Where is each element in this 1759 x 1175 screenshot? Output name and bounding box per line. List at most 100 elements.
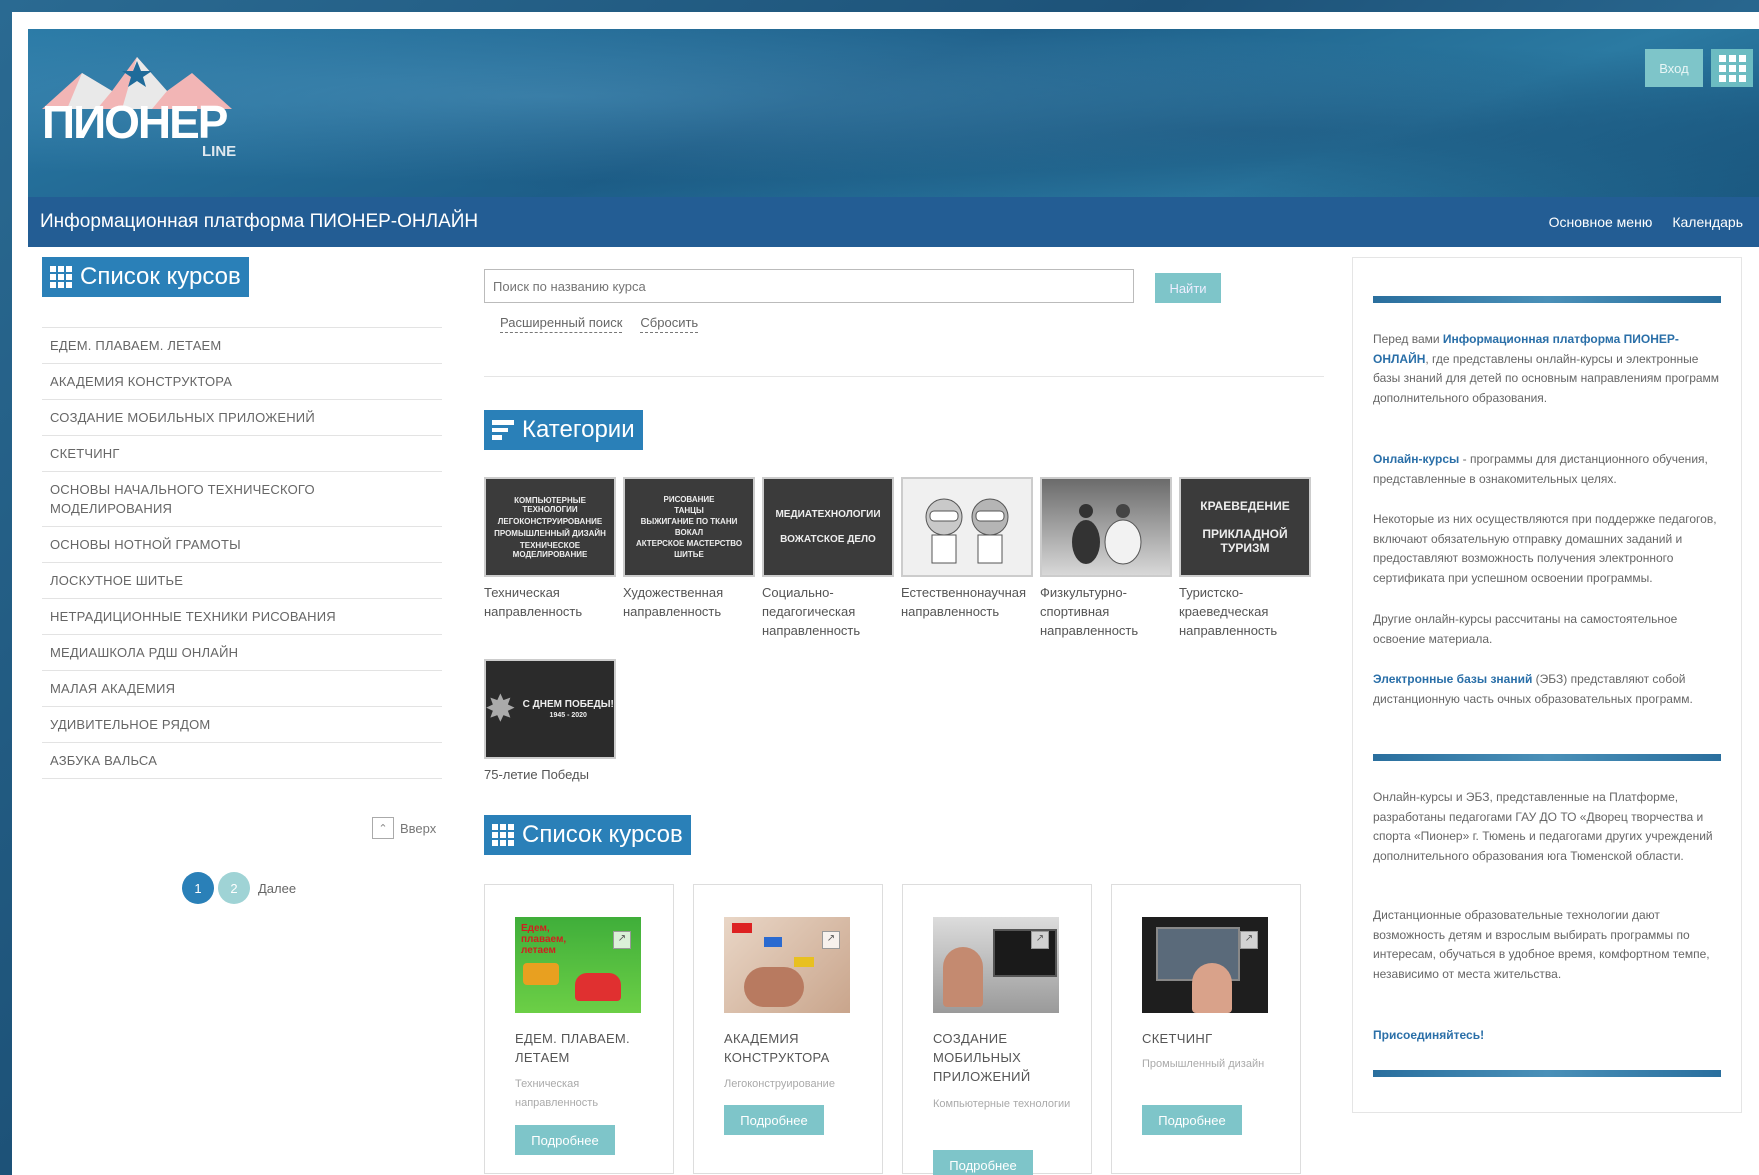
course-card[interactable]: ↗ АКАДЕМИЯ КОНСТРУКТОРА Легоконструирова… bbox=[693, 884, 883, 1174]
grid-icon bbox=[492, 824, 514, 846]
category-label: Техническая направленность bbox=[484, 585, 583, 619]
decorative-bar bbox=[1373, 754, 1721, 761]
course-card[interactable]: Едем, плаваем, летаем ↗ ЕДЕМ. ПЛАВАЕМ. Л… bbox=[484, 884, 674, 1174]
category-label: Художественная направленность bbox=[623, 585, 724, 619]
search-links: Расширенный поиск Сбросить bbox=[500, 315, 699, 333]
pagination: 1 2 Далее bbox=[182, 872, 296, 904]
page: ПИОНЕР LINE Вход Информационная платформ… bbox=[12, 12, 1759, 1175]
page-button-1[interactable]: 1 bbox=[182, 872, 214, 904]
site-title[interactable]: Информационная платформа ПИОНЕР-ОНЛАЙН bbox=[40, 211, 478, 233]
advanced-search-link[interactable]: Расширенный поиск bbox=[500, 315, 623, 333]
course-card[interactable]: ↗ СОЗДАНИЕ МОБИЛЬНЫХ ПРИЛОЖЕНИЙ Компьюте… bbox=[902, 884, 1092, 1175]
course-subtitle: Промышленный дизайн bbox=[1142, 1058, 1265, 1070]
login-button[interactable]: Вход bbox=[1645, 49, 1703, 87]
course-card[interactable]: ↗ СКЕТЧИНГ Промышленный дизайн Подробнее bbox=[1111, 884, 1301, 1174]
course-list-item[interactable]: ЛОСКУТНОЕ ШИТЬЕ bbox=[42, 563, 442, 599]
category-label: Социально-педагогическая направленность bbox=[762, 585, 861, 638]
sidebar-heading-text: Список курсов bbox=[80, 263, 241, 290]
page-button-2[interactable]: 2 bbox=[218, 872, 250, 904]
nav-menu: Основное меню Календарь bbox=[1549, 214, 1743, 230]
divider bbox=[484, 376, 1324, 377]
category-image: МЕДИАТЕХНОЛОГИИ ВОЖАТСКОЕ ДЕЛО bbox=[762, 477, 894, 577]
car-shape bbox=[575, 973, 621, 1001]
header-banner: ПИОНЕР LINE Вход bbox=[28, 29, 1759, 197]
category-tile[interactable]: РИСОВАНИЕ ТАНЦЫ ВЫЖИГАНИЕ ПО ТКАНИ ВОКАЛ… bbox=[623, 477, 755, 621]
category-image bbox=[901, 477, 1033, 577]
info-panel: Перед вами Информационная платформа ПИОН… bbox=[1352, 257, 1742, 1113]
course-cards-heading: Список курсов bbox=[484, 815, 691, 855]
category-tile[interactable]: ✸ С ДНЕМ ПОБЕДЫ! 1945 - 2020 75-летие По… bbox=[484, 659, 616, 784]
course-list-item[interactable]: МАЛАЯ АКАДЕМИЯ bbox=[42, 671, 442, 707]
decorative-bar bbox=[1373, 1070, 1721, 1077]
category-image: РИСОВАНИЕ ТАНЦЫ ВЫЖИГАНИЕ ПО ТКАНИ ВОКАЛ… bbox=[623, 477, 755, 577]
next-page-link[interactable]: Далее bbox=[258, 881, 296, 896]
category-tile[interactable]: КОМПЬЮТЕРНЫЕ ТЕХНОЛОГИИ ЛЕГОКОНСТРУИРОВА… bbox=[484, 477, 616, 621]
category-image: ✸ С ДНЕМ ПОБЕДЫ! 1945 - 2020 bbox=[484, 659, 616, 759]
external-link-icon: ↗ bbox=[822, 931, 840, 949]
medal-icon: ✸ bbox=[486, 690, 515, 728]
logo-text: ПИОНЕР bbox=[42, 96, 228, 148]
course-list-item[interactable]: НЕТРАДИЦИОННЫЕ ТЕХНИКИ РИСОВАНИЯ bbox=[42, 599, 442, 635]
category-tile[interactable]: МЕДИАТЕХНОЛОГИИ ВОЖАТСКОЕ ДЕЛО Социально… bbox=[762, 477, 894, 640]
course-subtitle: Техническая направленность bbox=[515, 1078, 599, 1109]
category-image: КРАЕВЕДЕНИЕ ПРИКЛАДНОЙ ТУРИЗМ bbox=[1179, 477, 1311, 577]
course-list-item[interactable]: ОСНОВЫ НОТНОЙ ГРАМОТЫ bbox=[42, 527, 442, 563]
course-cards-heading-text: Список курсов bbox=[522, 821, 683, 848]
info-paragraph: Некоторые из них осуществляются при подд… bbox=[1373, 512, 1717, 585]
category-label: Естественнонаучная направленность bbox=[901, 585, 1027, 619]
course-list-item[interactable]: МЕДИАШКОЛА РДШ ОНЛАЙН bbox=[42, 635, 442, 671]
course-list-item[interactable]: СКЕТЧИНГ bbox=[42, 436, 442, 472]
course-subtitle: Легоконструирование bbox=[724, 1078, 835, 1090]
sidebar-heading: Список курсов bbox=[42, 257, 249, 297]
details-button[interactable]: Подробнее bbox=[933, 1150, 1033, 1175]
course-title: СОЗДАНИЕ МОБИЛЬНЫХ ПРИЛОЖЕНИЙ bbox=[933, 1031, 1031, 1084]
course-list-item[interactable]: УДИВИТЕЛЬНОЕ РЯДОМ bbox=[42, 707, 442, 743]
category-tile[interactable]: Естественнонаучная направленность bbox=[901, 477, 1033, 621]
course-search-input[interactable] bbox=[484, 269, 1134, 303]
course-title: АКАДЕМИЯ КОНСТРУКТОРА bbox=[724, 1031, 830, 1065]
course-title: СКЕТЧИНГ bbox=[1142, 1031, 1213, 1046]
external-link-icon: ↗ bbox=[1031, 931, 1049, 949]
info-paragraph: Дистанционные образовательные технологии… bbox=[1373, 908, 1710, 981]
info-paragraph: Онлайн-курсы и ЭБЗ, представленные на Пл… bbox=[1373, 790, 1713, 863]
reset-search-link[interactable]: Сбросить bbox=[640, 315, 699, 333]
categories-heading-text: Категории bbox=[522, 416, 635, 443]
science-kids-illustration bbox=[925, 498, 1009, 564]
apps-grid-button[interactable] bbox=[1711, 49, 1753, 87]
categories-heading: Категории bbox=[484, 410, 643, 450]
course-image: ↗ bbox=[933, 917, 1059, 1013]
category-tile[interactable]: Физкультурно-спортивная направленность bbox=[1040, 477, 1172, 640]
category-label: 75-летие Победы bbox=[484, 767, 589, 782]
details-button[interactable]: Подробнее bbox=[515, 1125, 615, 1155]
scroll-up-link[interactable]: ⌃ Вверх bbox=[372, 817, 436, 839]
nav-item-calendar[interactable]: Календарь bbox=[1672, 214, 1743, 230]
course-list-item[interactable]: АКАДЕМИЯ КОНСТРУКТОРА bbox=[42, 364, 442, 400]
grid-icon bbox=[50, 266, 72, 288]
course-list-item[interactable]: АЗБУКА ВАЛЬСА bbox=[42, 743, 442, 779]
external-link-icon: ↗ bbox=[1240, 931, 1258, 949]
scroll-up-label: Вверх bbox=[400, 820, 437, 836]
details-button[interactable]: Подробнее bbox=[1142, 1105, 1242, 1135]
details-button[interactable]: Подробнее bbox=[724, 1105, 824, 1135]
course-title: ЕДЕМ. ПЛАВАЕМ. ЛЕТАЕМ bbox=[515, 1031, 630, 1065]
category-label: Физкультурно-спортивная направленность bbox=[1040, 585, 1139, 638]
search-button[interactable]: Найти bbox=[1155, 273, 1221, 303]
category-tile[interactable]: КРАЕВЕДЕНИЕ ПРИКЛАДНОЙ ТУРИЗМ Туристско-… bbox=[1179, 477, 1311, 640]
course-image: ↗ bbox=[1142, 917, 1268, 1013]
course-list-item[interactable]: ЕДЕМ. ПЛАВАЕМ. ЛЕТАЕМ bbox=[42, 328, 442, 364]
course-image: ↗ bbox=[724, 917, 850, 1013]
arrow-up-icon: ⌃ bbox=[372, 817, 394, 839]
info-paragraph: Другие онлайн-курсы рассчитаны на самост… bbox=[1373, 612, 1678, 646]
site-logo[interactable]: ПИОНЕР LINE bbox=[42, 51, 242, 161]
category-image bbox=[1040, 477, 1172, 577]
logo-subtext: LINE bbox=[202, 143, 237, 160]
nav-item-main-menu[interactable]: Основное меню bbox=[1549, 214, 1653, 230]
course-list-item[interactable]: СОЗДАНИЕ МОБИЛЬНЫХ ПРИЛОЖЕНИЙ bbox=[42, 400, 442, 436]
info-paragraph: Перед вами Информационная платформа ПИОН… bbox=[1373, 332, 1720, 405]
course-list: ЕДЕМ. ПЛАВАЕМ. ЛЕТАЕМ АКАДЕМИЯ КОНСТРУКТ… bbox=[42, 327, 442, 779]
course-image: Едем, плаваем, летаем ↗ bbox=[515, 917, 641, 1013]
course-list-item[interactable]: ОСНОВЫ НАЧАЛЬНОГО ТЕХНИЧЕСКОГО МОДЕЛИРОВ… bbox=[42, 472, 442, 527]
category-image: КОМПЬЮТЕРНЫЕ ТЕХНОЛОГИИ ЛЕГОКОНСТРУИРОВА… bbox=[484, 477, 616, 577]
navbar: Информационная платформа ПИОНЕР-ОНЛАЙН О… bbox=[28, 197, 1759, 247]
category-label: Туристско-краеведческая направленность bbox=[1179, 585, 1278, 638]
